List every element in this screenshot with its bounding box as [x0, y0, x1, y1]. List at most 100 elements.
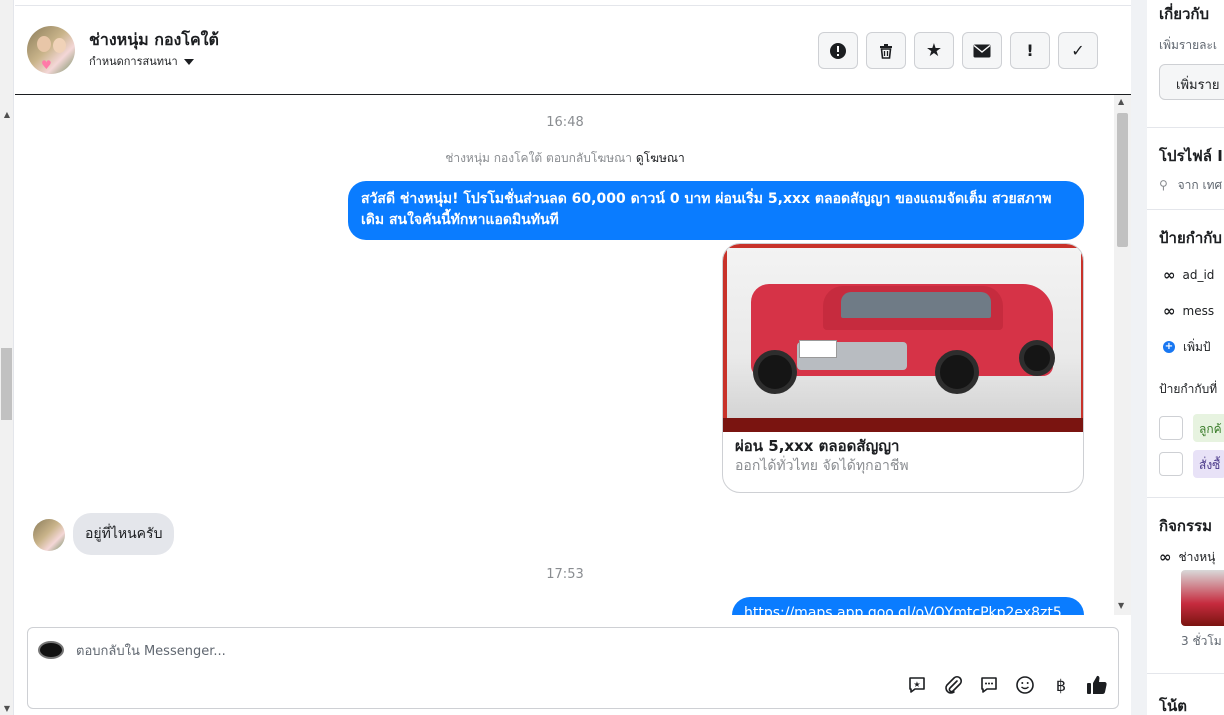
- about-title: เกี่ยวกับ: [1159, 5, 1210, 23]
- notes-title: โน้ต: [1159, 697, 1188, 715]
- chat-bubble-icon[interactable]: [978, 674, 1000, 696]
- add-label-text: เพิ่มป้: [1183, 339, 1211, 354]
- activity-item-text: ช่างหนุ่: [1178, 549, 1216, 564]
- page-avatar: [38, 641, 64, 659]
- outgoing-link-message[interactable]: https://maps.app.goo.gl/oVQYmtcPkp2ex8zt…: [732, 597, 1084, 615]
- image-banner: [723, 418, 1083, 432]
- conversation-header: ♥ ช่างหนุ่ม กองโคใต้ กำหนดการสนทนา ★ ! ✓: [15, 6, 1131, 95]
- about-section: เกี่ยวกับ เพิ่มรายละเ เพิ่มราย: [1147, 0, 1224, 128]
- composer-tools: ★ ฿: [906, 674, 1108, 696]
- avatar-face: [37, 36, 51, 52]
- attachment-icon[interactable]: [942, 674, 964, 696]
- scroll-down-arrow-icon[interactable]: ▼: [2, 704, 12, 714]
- alert-circle-icon: [830, 42, 846, 59]
- reply-composer: ★ ฿: [27, 627, 1119, 709]
- trash-icon: [880, 43, 892, 59]
- label-text: mess: [1182, 304, 1215, 318]
- scroll-up-arrow-icon[interactable]: ▲: [2, 110, 12, 120]
- report-spam-button[interactable]: [818, 32, 858, 69]
- notes-section: โน้ต: [1147, 674, 1224, 715]
- conversation-actions: ★ ! ✓: [818, 32, 1098, 70]
- suggested-label-chip[interactable]: สั่งซื้: [1193, 450, 1224, 478]
- left-scrollbar[interactable]: ▲ ▼: [0, 0, 14, 715]
- thumbs-up-icon[interactable]: [1086, 674, 1108, 696]
- suggested-label-chip[interactable]: ลูกค้: [1193, 414, 1224, 442]
- profile-section: โปรไฟล์ I ⚲ จาก เทศ: [1147, 128, 1224, 210]
- message-list[interactable]: 16:48 ช่างหนุ่ม กองโคใต้ ตอบกลับโฆษณา ดู…: [15, 95, 1131, 615]
- saved-reply-glyph: ★: [909, 677, 925, 693]
- saved-reply-icon[interactable]: ★: [906, 674, 928, 696]
- heart-icon: ♥: [41, 58, 52, 72]
- message-scrollbar[interactable]: ▲ ▼: [1114, 95, 1131, 615]
- label-text: ad_id: [1182, 268, 1215, 282]
- meta-icon: ∞: [1163, 266, 1175, 284]
- conversation-panel: ♥ ช่างหนุ่ม กองโคใต้ กำหนดการสนทนา ★ ! ✓…: [15, 0, 1131, 715]
- about-hint: เพิ่มรายละเ: [1159, 38, 1218, 52]
- labels-title: ป้ายกำกับ: [1159, 229, 1222, 247]
- incoming-message[interactable]: อยู่ที่ไหนครับ: [73, 513, 175, 555]
- mark-unread-button[interactable]: [962, 32, 1002, 69]
- profile-title: โปรไฟล์ I: [1159, 147, 1223, 165]
- ad-reply-notice: ช่างหนุ่ม กองโคใต้ ตอบกลับโฆษณา ดูโฆษณา: [15, 149, 1115, 168]
- label-checkbox[interactable]: [1159, 452, 1183, 476]
- ad-reply-text: ช่างหนุ่ม กองโคใต้ ตอบกลับโฆษณา: [445, 151, 633, 165]
- activity-time: 3 ชั่วโม: [1181, 634, 1222, 648]
- activity-section: กิจกรรม ∞ ช่างหนุ่ 3 ชั่วโม: [1147, 498, 1224, 674]
- truck-window: [841, 292, 991, 318]
- activity-thumbnail[interactable]: [1181, 570, 1224, 626]
- label-checkbox[interactable]: [1159, 416, 1183, 440]
- meta-icon: ∞: [1159, 548, 1171, 566]
- suggested-labels-title: ป้ายกำกับที่: [1159, 382, 1218, 396]
- label-messenger[interactable]: ∞ mess: [1163, 296, 1214, 326]
- scroll-down-arrow-icon[interactable]: ▼: [1118, 601, 1124, 610]
- timestamp: 17:53: [546, 567, 584, 582]
- mark-done-button[interactable]: ✓: [1058, 32, 1098, 69]
- truck-cab: [823, 286, 1003, 330]
- page-root: ▲ ▼ ♥ ช่างหนุ่ม กองโคใต้ กำหนดการสนทนา ★…: [0, 0, 1224, 715]
- baht-icon[interactable]: ฿: [1050, 674, 1072, 696]
- follow-up-button[interactable]: !: [1010, 32, 1050, 69]
- star-button[interactable]: ★: [914, 32, 954, 69]
- thumbs-up-glyph: [1087, 675, 1107, 694]
- assign-conversation-dropdown[interactable]: กำหนดการสนทนา: [89, 52, 194, 70]
- sender-avatar[interactable]: [33, 519, 65, 551]
- card-subtitle: ออกได้ทั่วไทย จัดได้ทุกอาชีพ: [735, 458, 909, 474]
- activity-title: กิจกรรม: [1159, 517, 1212, 535]
- assign-label: กำหนดการสนทนา: [89, 55, 178, 68]
- caret-down-icon: [183, 59, 194, 65]
- activity-item[interactable]: ∞ ช่างหนุ่: [1159, 542, 1215, 572]
- details-sidebar: เกี่ยวกับ เพิ่มรายละเ เพิ่มราย โปรไฟล์ I…: [1131, 0, 1224, 715]
- scroll-up-arrow-icon[interactable]: ▲: [1118, 97, 1124, 106]
- exclamation-icon: !: [1026, 41, 1034, 60]
- ad-card[interactable]: ผ่อน 5,xxx ตลอดสัญญา ออกได้ทั่วไทย จัดได…: [722, 243, 1084, 493]
- emoji-glyph: [1016, 676, 1034, 694]
- contact-avatar[interactable]: ♥: [27, 26, 75, 74]
- scrollbar-thumb[interactable]: [1, 348, 12, 420]
- scrollbar-thumb[interactable]: [1117, 113, 1128, 247]
- envelope-icon: [973, 44, 991, 57]
- timestamp: 16:48: [546, 115, 584, 130]
- add-label-button[interactable]: + เพิ่มป้: [1163, 332, 1211, 362]
- details-panel: เกี่ยวกับ เพิ่มรายละเ เพิ่มราย โปรไฟล์ I…: [1147, 0, 1224, 715]
- add-details-button[interactable]: เพิ่มราย: [1159, 64, 1224, 100]
- profile-location: ⚲ จาก เทศ: [1159, 176, 1222, 195]
- wheel: [1019, 340, 1055, 376]
- outgoing-message[interactable]: สวัสดี ช่างหนุ่ม! โปรโมชั่นส่วนลด 60,000…: [348, 181, 1084, 240]
- view-ad-link[interactable]: ดูโฆษณา: [636, 151, 685, 165]
- reply-input[interactable]: [76, 642, 776, 660]
- location-pin-icon: ⚲: [1159, 178, 1168, 192]
- star-icon: ★: [925, 40, 943, 61]
- emoji-icon[interactable]: [1014, 674, 1036, 696]
- truck-body: [751, 284, 1053, 376]
- wheel: [753, 350, 797, 394]
- profile-location-text: จาก เทศ: [1177, 178, 1223, 192]
- check-icon: ✓: [1071, 41, 1085, 60]
- license-plate: [799, 340, 837, 358]
- meta-icon: ∞: [1163, 302, 1175, 320]
- delete-button[interactable]: [866, 32, 906, 69]
- plus-icon: +: [1163, 341, 1175, 353]
- labels-section: ป้ายกำกับ ∞ ad_id ∞ mess + เพิ่มป้ ป้ายก…: [1147, 210, 1224, 498]
- label-ad-id[interactable]: ∞ ad_id: [1163, 260, 1214, 290]
- contact-name[interactable]: ช่างหนุ่ม กองโคใต้: [89, 28, 219, 53]
- chat-bubble-glyph: [981, 677, 997, 693]
